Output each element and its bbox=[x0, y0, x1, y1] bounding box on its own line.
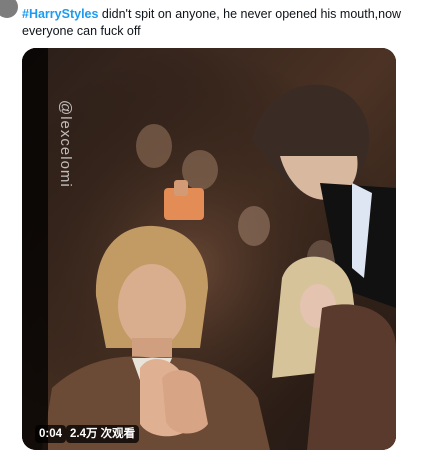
video-player[interactable]: @lexcelomi bbox=[22, 48, 396, 450]
video-frame bbox=[22, 48, 396, 450]
video-watermark: @lexcelomi bbox=[57, 100, 74, 188]
tweet-text: #HarryStyles didn't spit on anyone, he n… bbox=[22, 6, 422, 40]
video-elapsed-time: 0:04 bbox=[35, 425, 67, 443]
hashtag-link[interactable]: #HarryStyles bbox=[22, 7, 98, 21]
video-view-count: 2.4万 次观看 bbox=[66, 425, 140, 443]
avatar[interactable] bbox=[0, 0, 18, 18]
